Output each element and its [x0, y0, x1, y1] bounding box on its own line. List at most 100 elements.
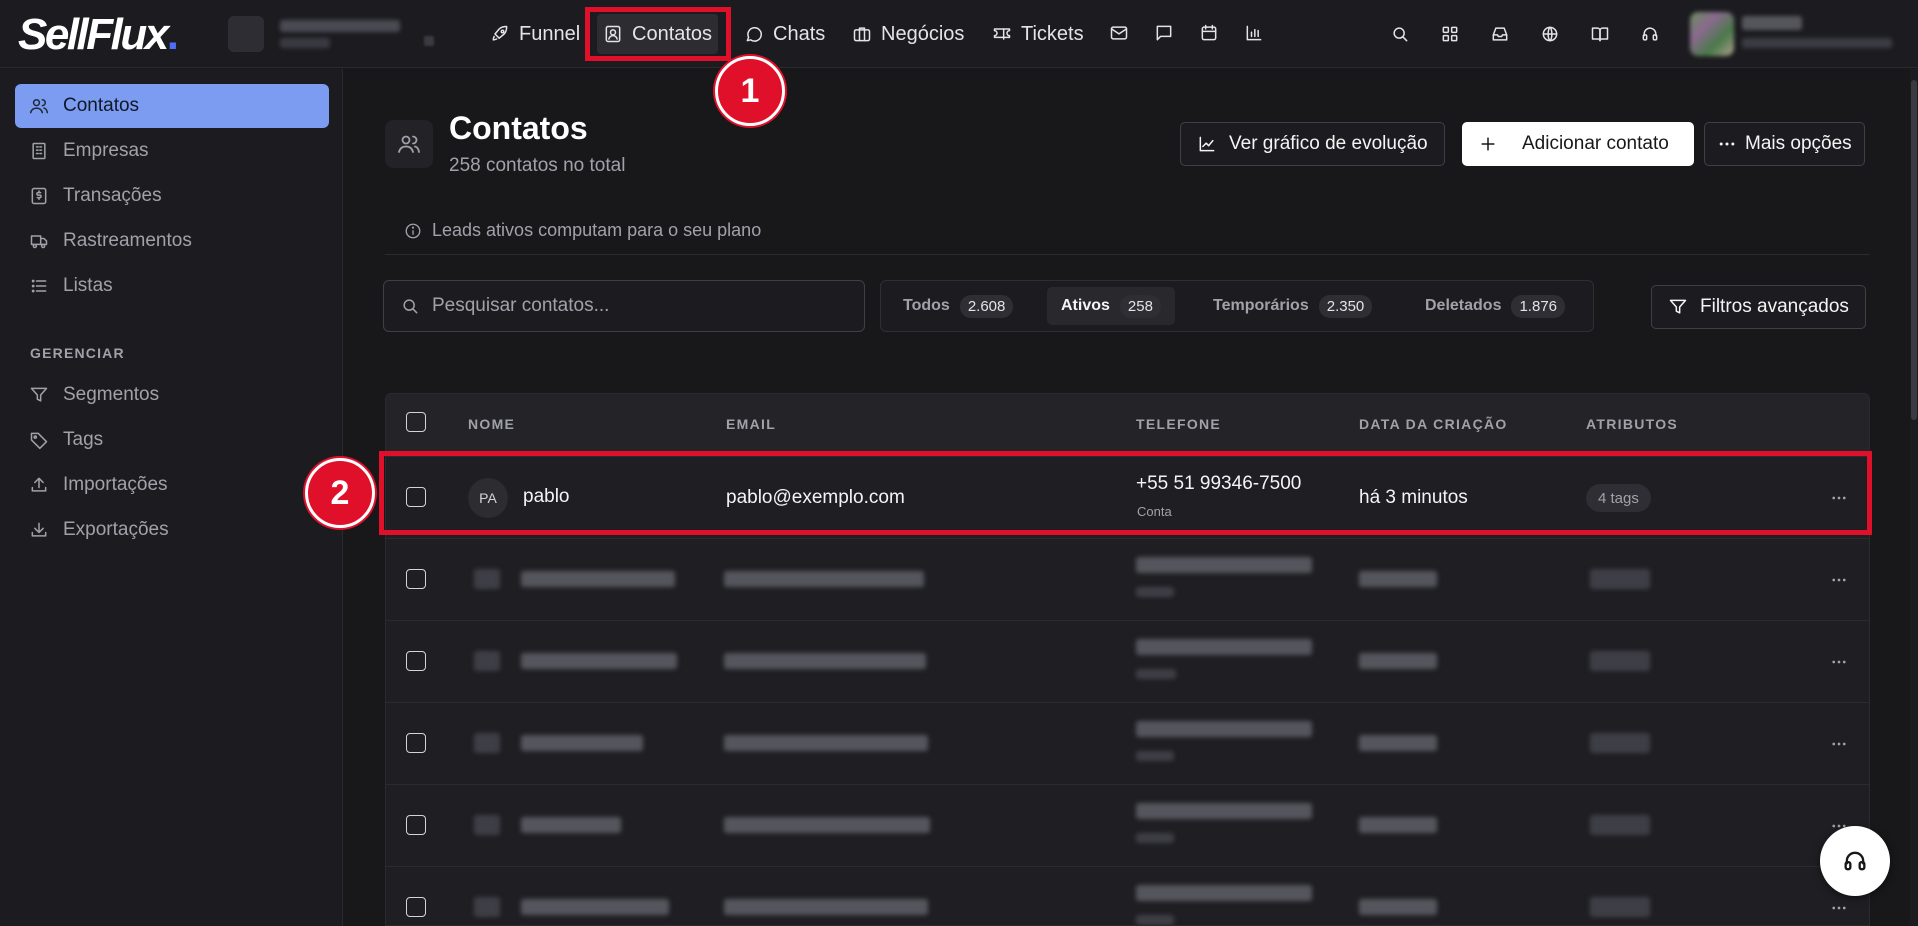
- headset-icon: [1844, 851, 1866, 871]
- sidebar-item-segmentos[interactable]: Segmentos: [15, 373, 329, 417]
- scrollbar-thumb[interactable]: [1911, 80, 1917, 420]
- row-checkbox[interactable]: [406, 897, 426, 917]
- apps-menu[interactable]: [1436, 20, 1464, 48]
- table-row[interactable]: [386, 784, 1869, 866]
- col-data-criacao[interactable]: DATA DA CRIAÇÃO: [1359, 416, 1508, 432]
- row-checkbox[interactable]: [406, 651, 426, 671]
- row-checkbox[interactable]: [406, 733, 426, 753]
- row-checkbox[interactable]: [406, 815, 426, 835]
- sidebar-item-exportacoes[interactable]: Exportações: [15, 508, 329, 552]
- more-horizontal-icon: [1832, 578, 1846, 582]
- nav-reports[interactable]: [1241, 20, 1267, 46]
- tab-deletados[interactable]: Deletados 1.876: [1411, 287, 1579, 325]
- row-actions-button[interactable]: [1826, 485, 1852, 511]
- users-icon: [29, 99, 49, 114]
- sidebar-item-transacoes[interactable]: Transações: [15, 174, 329, 218]
- nav-funnel[interactable]: Funnel: [484, 14, 586, 54]
- inbox-icon: [1492, 27, 1508, 41]
- row-actions-button[interactable]: [1826, 649, 1852, 675]
- integrations-button[interactable]: [1536, 20, 1564, 48]
- redacted-phone-type: [1136, 669, 1176, 679]
- row-actions-button[interactable]: [1826, 895, 1852, 921]
- tab-label: Ativos: [1061, 297, 1110, 314]
- redacted-tags: [1590, 569, 1650, 589]
- col-nome[interactable]: NOME: [468, 416, 515, 432]
- sidebar-item-importacoes[interactable]: Importações: [15, 463, 329, 507]
- more-options-button[interactable]: Mais opções: [1704, 122, 1865, 166]
- table-row[interactable]: [386, 620, 1869, 702]
- workspace-selector[interactable]: [228, 14, 438, 54]
- sidebar-item-label: Segmentos: [63, 384, 160, 405]
- row-actions-button[interactable]: [1826, 731, 1852, 757]
- row-checkbox[interactable]: [406, 569, 426, 589]
- nav-tickets[interactable]: Tickets: [986, 14, 1090, 54]
- inbox-button[interactable]: [1486, 20, 1514, 48]
- contact-tags-badge[interactable]: 4 tags: [1586, 484, 1651, 512]
- briefcase-icon: [853, 27, 871, 42]
- chart-evolution-label: Ver gráfico de evolução: [1229, 133, 1428, 154]
- col-email[interactable]: EMAIL: [726, 416, 776, 432]
- global-search[interactable]: [1386, 20, 1414, 48]
- ticket-icon: [993, 28, 1011, 40]
- col-atributos[interactable]: ATRIBUTOS: [1586, 416, 1678, 432]
- advanced-filters-button[interactable]: Filtros avançados: [1651, 285, 1866, 329]
- sidebar-item-contatos[interactable]: Contatos: [15, 84, 329, 128]
- row-actions-button[interactable]: [1826, 567, 1852, 593]
- tab-todos[interactable]: Todos 2.608: [889, 287, 1027, 325]
- redacted-date: [1359, 571, 1437, 587]
- nav-chats[interactable]: Chats: [738, 14, 831, 54]
- top-navbar: SellFlux. Funnel Contatos Chats Negócios…: [0, 0, 1918, 68]
- tab-label: Deletados: [1425, 297, 1502, 314]
- more-horizontal-icon: [1832, 742, 1846, 746]
- tab-count-badge: 258: [1119, 294, 1161, 318]
- search-icon: [1393, 27, 1408, 42]
- page-icon: [385, 120, 433, 168]
- sidebar-item-rastreamentos[interactable]: Rastreamentos: [15, 219, 329, 263]
- table-header: NOME EMAIL TELEFONE DATA DA CRIAÇÃO ATRI…: [386, 394, 1869, 456]
- sidebar-item-tags[interactable]: Tags: [15, 418, 329, 462]
- search-input[interactable]: [432, 295, 832, 317]
- support-button[interactable]: [1636, 20, 1664, 48]
- nav-calendar[interactable]: [1196, 20, 1222, 46]
- contact-name[interactable]: pablo: [523, 486, 570, 508]
- globe-icon: [1542, 26, 1558, 42]
- col-telefone[interactable]: TELEFONE: [1136, 416, 1221, 432]
- redacted-email: [724, 653, 926, 669]
- nav-contatos[interactable]: Contatos: [597, 14, 719, 54]
- select-all-checkbox[interactable]: [406, 412, 426, 432]
- nav-negocios-label: Negócios: [881, 22, 965, 45]
- tab-temporarios[interactable]: Temporários 2.350: [1199, 287, 1386, 325]
- nav-messages[interactable]: [1151, 20, 1177, 46]
- sidebar-item-listas[interactable]: Listas: [15, 264, 329, 308]
- tab-ativos[interactable]: Ativos 258: [1047, 287, 1175, 325]
- redacted-phone: [1136, 557, 1312, 573]
- workspace-avatar: [228, 16, 264, 52]
- nav-email[interactable]: [1106, 20, 1132, 46]
- nav-chats-label: Chats: [773, 22, 826, 45]
- table-row[interactable]: PA pablo pablo@exemplo.com +55 51 99346-…: [386, 456, 1869, 538]
- chart-evolution-button[interactable]: Ver gráfico de evolução: [1180, 122, 1445, 166]
- sellflux-logo[interactable]: SellFlux.: [18, 10, 179, 60]
- contact-phone-type: Conta: [1137, 504, 1172, 519]
- table-row[interactable]: [386, 702, 1869, 784]
- redacted-date: [1359, 817, 1437, 833]
- add-contact-button[interactable]: Adicionar contato: [1462, 122, 1694, 166]
- help-chat-button[interactable]: [1820, 826, 1890, 896]
- redacted-avatar: [474, 569, 500, 589]
- step-marker-2: 2: [305, 458, 375, 528]
- table-row[interactable]: [386, 866, 1869, 925]
- redacted-tags: [1590, 815, 1650, 835]
- users-icon: [398, 135, 420, 153]
- redacted-tags: [1590, 651, 1650, 671]
- list-icon: [31, 279, 47, 293]
- advanced-filters-label: Filtros avançados: [1700, 296, 1849, 317]
- sidebar-item-empresas[interactable]: Empresas: [15, 129, 329, 173]
- nav-negocios[interactable]: Negócios: [846, 14, 970, 54]
- row-checkbox[interactable]: [406, 487, 426, 507]
- redacted-name: [521, 571, 675, 587]
- search-contacts[interactable]: [383, 280, 865, 332]
- table-row[interactable]: [386, 538, 1869, 620]
- user-avatar[interactable]: [1690, 12, 1734, 56]
- sidebar-item-label: Contatos: [63, 95, 140, 116]
- docs-button[interactable]: [1586, 20, 1614, 48]
